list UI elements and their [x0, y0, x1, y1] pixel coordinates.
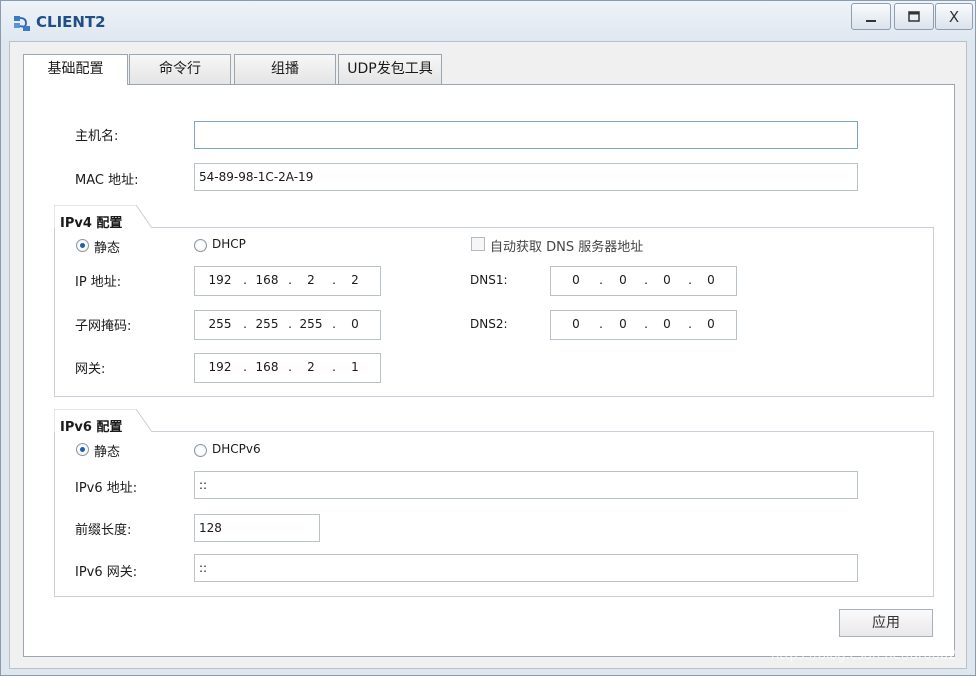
basic-config-panel: 主机名: MAC 地址: 54-89-98-1C-2A-19 IPv4 配置 静…: [23, 84, 955, 657]
watermark-text: https://blog.csdn.net/ar0002: [771, 648, 957, 663]
tab-basic-config[interactable]: 基础配置: [23, 54, 128, 85]
ipv6-gateway-label: IPv6 网关:: [75, 565, 138, 580]
ipv6-static-label: 静态: [94, 445, 121, 460]
client2-window: CLIENT2 X 基础配置 命令行 组播 UDP发包工具 主机名: MAC 地…: [0, 0, 976, 676]
ipv4-static-radio[interactable]: [76, 239, 89, 252]
ipv6-static-radio[interactable]: [76, 443, 89, 456]
dns1-label: DNS1:: [470, 273, 508, 287]
hostname-label: 主机名:: [75, 129, 119, 144]
ipv4-group-title: IPv4 配置: [60, 216, 123, 231]
close-icon: X: [948, 7, 960, 26]
ipv6-address-label: IPv6 地址:: [75, 481, 138, 496]
apply-button[interactable]: 应用: [839, 609, 933, 637]
dns-auto-checkbox[interactable]: [471, 237, 485, 251]
minimize-button[interactable]: [851, 3, 891, 30]
ipv6-group-title: IPv6 配置: [60, 420, 123, 435]
maximize-button[interactable]: [894, 3, 934, 30]
gateway-label: 网关:: [75, 362, 106, 377]
mac-address-field[interactable]: 54-89-98-1C-2A-19: [194, 163, 858, 191]
ipv6-dhcpv6-radio[interactable]: [194, 444, 207, 457]
ip-address-label: IP 地址:: [75, 275, 122, 290]
ipv4-dhcp-radio[interactable]: [194, 239, 207, 252]
prefix-length-input[interactable]: 128: [194, 514, 320, 542]
subnet-mask-input[interactable]: 255. 255. 255. 0: [194, 310, 381, 340]
ipv4-static-label: 静态: [94, 241, 121, 256]
hostname-input[interactable]: [194, 121, 858, 149]
mac-label: MAC 地址:: [75, 173, 139, 188]
minimize-icon: [866, 19, 876, 22]
maximize-icon: [908, 10, 920, 22]
dns2-label: DNS2:: [470, 317, 508, 331]
close-button[interactable]: X: [935, 3, 973, 30]
dns2-input[interactable]: 0. 0. 0. 0: [550, 310, 737, 340]
dns1-input[interactable]: 0. 0. 0. 0: [550, 266, 737, 296]
gateway-input[interactable]: 192. 168. 2. 1: [194, 353, 381, 383]
window-title: CLIENT2: [36, 13, 106, 31]
window-content: 基础配置 命令行 组播 UDP发包工具 主机名: MAC 地址: 54-89-9…: [9, 41, 967, 669]
tab-multicast[interactable]: 组播: [234, 54, 336, 84]
subnet-mask-label: 子网掩码:: [75, 319, 132, 334]
title-bar[interactable]: CLIENT2 X: [1, 1, 975, 41]
network-client-icon: [14, 16, 30, 31]
dns-auto-label: 自动获取 DNS 服务器地址: [490, 240, 644, 255]
ip-address-input[interactable]: 192. 168. 2. 2: [194, 266, 381, 296]
ipv6-gateway-input[interactable]: ::: [194, 554, 858, 582]
ipv6-dhcpv6-label: DHCPv6: [212, 442, 261, 456]
tab-udp-tool[interactable]: UDP发包工具: [338, 54, 442, 84]
tab-command-line[interactable]: 命令行: [129, 54, 231, 84]
prefix-length-label: 前缀长度:: [75, 523, 132, 538]
ipv4-dhcp-label: DHCP: [212, 237, 246, 251]
ipv6-address-input[interactable]: ::: [194, 471, 858, 499]
